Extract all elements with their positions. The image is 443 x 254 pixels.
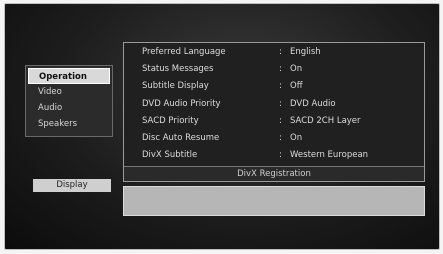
setting-row-subtitle-display[interactable]: Subtitle Display : Off xyxy=(124,79,424,95)
setting-value: DVD Audio xyxy=(290,99,336,109)
setting-colon: : xyxy=(279,47,282,57)
setting-value: On xyxy=(290,64,303,74)
setting-label: DivX Subtitle xyxy=(142,150,198,160)
setting-colon: : xyxy=(279,116,282,126)
settings-panel: Preferred Language : English Status Mess… xyxy=(123,42,425,182)
setting-row-dvd-audio-priority[interactable]: DVD Audio Priority : DVD Audio xyxy=(124,97,424,113)
setting-label: Subtitle Display xyxy=(142,81,209,91)
setting-row-sacd-priority[interactable]: SACD Priority : SACD 2CH Layer xyxy=(124,114,424,130)
setting-label: Disc Auto Resume xyxy=(142,133,220,143)
setting-colon: : xyxy=(279,150,282,160)
setting-value: Off xyxy=(290,81,303,91)
menu-item-operation[interactable]: Operation xyxy=(28,68,110,84)
setting-row-preferred-language[interactable]: Preferred Language : English xyxy=(124,45,424,61)
tv-screen: Operation Video Audio Speakers Display P… xyxy=(4,3,440,250)
setting-row-status-messages[interactable]: Status Messages : On xyxy=(124,62,424,78)
divx-registration-button[interactable]: DivX Registration xyxy=(124,166,424,181)
setting-value: SACD 2CH Layer xyxy=(290,116,361,126)
setting-row-divx-subtitle[interactable]: DivX Subtitle : Western European xyxy=(124,148,424,164)
setting-label: DVD Audio Priority xyxy=(142,99,221,109)
setting-colon: : xyxy=(279,64,282,74)
display-tab[interactable]: Display xyxy=(33,179,111,192)
setting-value: English xyxy=(290,47,321,57)
setting-value: On xyxy=(290,133,303,143)
setting-colon: : xyxy=(279,81,282,91)
setting-value: Western European xyxy=(290,150,369,160)
setting-row-disc-auto-resume[interactable]: Disc Auto Resume : On xyxy=(124,131,424,147)
setting-label: Preferred Language xyxy=(142,47,226,57)
menu-item-speakers[interactable]: Speakers xyxy=(28,116,110,132)
setting-colon: : xyxy=(279,133,282,143)
info-panel xyxy=(123,186,425,216)
menu-item-video[interactable]: Video xyxy=(28,84,110,100)
menu-item-audio[interactable]: Audio xyxy=(28,100,110,116)
setting-label: Status Messages xyxy=(142,64,214,74)
setting-colon: : xyxy=(279,99,282,109)
left-menu: Operation Video Audio Speakers xyxy=(25,65,113,137)
setting-label: SACD Priority xyxy=(142,116,199,126)
